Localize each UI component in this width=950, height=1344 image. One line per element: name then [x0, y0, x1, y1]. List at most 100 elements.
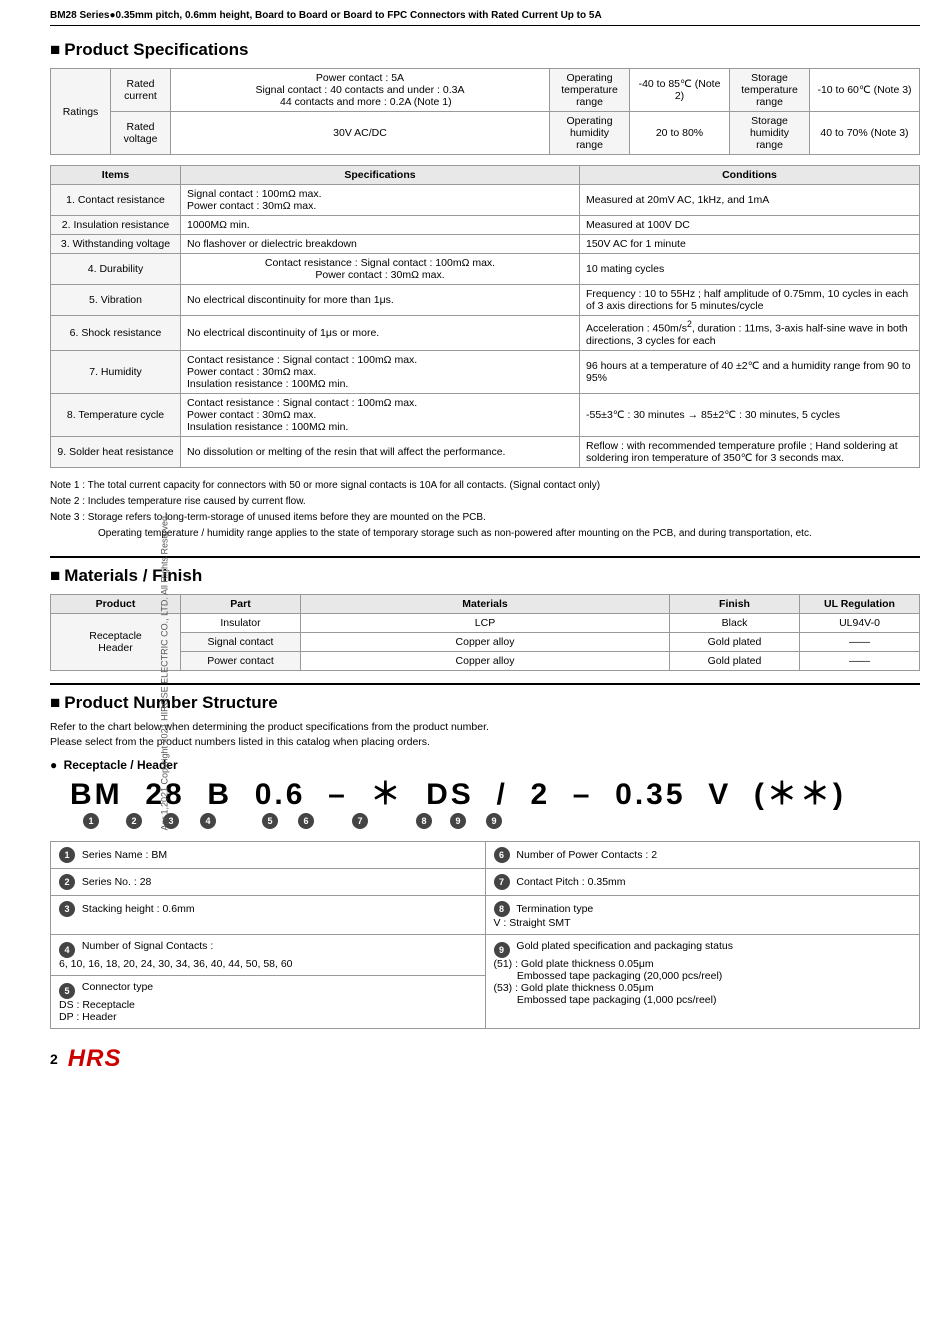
storage-humidity-label: Storage humidity range: [730, 112, 810, 155]
legend-row-3: 3 Stacking height : 0.6mm 8 Termination …: [51, 895, 920, 934]
spec-cond-7: 96 hours at a temperature of 40 ±2℃ and …: [580, 350, 920, 393]
spec-item-5: 5. Vibration: [51, 285, 181, 316]
spec-cond-5: Frequency : 10 to 55Hz ; half amplitude …: [580, 285, 920, 316]
spec-item-1: 1. Contact resistance: [51, 185, 181, 216]
spec-item-7: 7. Humidity: [51, 350, 181, 393]
circle-2: 2: [126, 813, 142, 829]
legend-left-4: 4 Number of Signal Contacts :6, 10, 16, …: [51, 934, 486, 975]
spec-cond-1: Measured at 20mV AC, 1kHz, and 1mA: [580, 185, 920, 216]
spec-col-cond: Conditions: [580, 166, 920, 185]
spec-spec-1: Signal contact : 100mΩ max.Power contact…: [181, 185, 580, 216]
mat-col-materials: Materials: [301, 594, 670, 613]
ratings-table: Ratings Rated current Power contact : 5A…: [50, 68, 920, 155]
pn-sub-heading: Receptacle / Header: [50, 758, 920, 772]
spec-col-specs: Specifications: [181, 166, 580, 185]
mat-col-finish: Finish: [670, 594, 800, 613]
spec-col-items: Items: [51, 166, 181, 185]
legend-num-3: 3: [59, 901, 75, 917]
legend-right-3: 8 Termination typeV : Straight SMT: [485, 895, 920, 934]
legend-row-1: 1 Series Name : BM 6 Number of Power Con…: [51, 841, 920, 868]
spec-row-2: 2. Insulation resistance 1000MΩ min. Mea…: [51, 216, 920, 235]
note-3b: Operating temperature / humidity range a…: [98, 526, 920, 542]
mat-ul-3: ——: [800, 651, 920, 670]
pn-legend-table: 1 Series Name : BM 6 Number of Power Con…: [50, 841, 920, 1029]
spec-row-6: 6. Shock resistance No electrical discon…: [51, 316, 920, 351]
circle-9a: 9: [450, 813, 466, 829]
mat-finish-3: Gold plated: [670, 651, 800, 670]
rated-current-label: Rated current: [111, 69, 171, 112]
legend-left-5: 5 Connector typeDS : ReceptacleDP : Head…: [51, 975, 486, 1028]
spec-row-1: 1. Contact resistance Signal contact : 1…: [51, 185, 920, 216]
spec-row-4: 4. Durability Contact resistance : Signa…: [51, 254, 920, 285]
materials-table: Product Part Materials Finish UL Regulat…: [50, 594, 920, 671]
legend-label-4: Number of Signal Contacts :6, 10, 16, 18…: [59, 940, 293, 970]
legend-right-2: 7 Contact Pitch : 0.35mm: [485, 868, 920, 895]
mat-col-ul: UL Regulation: [800, 594, 920, 613]
legend-label-6: Number of Power Contacts : 2: [516, 849, 657, 861]
circle-8: 8: [416, 813, 432, 829]
mat-row-3: Power contact Copper alloy Gold plated —…: [51, 651, 920, 670]
hrs-logo: HRS: [68, 1045, 122, 1073]
legend-row-4: 4 Number of Signal Contacts :6, 10, 16, …: [51, 934, 920, 975]
circle-6: 6: [298, 813, 314, 829]
materials-heading: Materials / Finish: [50, 566, 920, 586]
mat-row-1: ReceptacleHeader Insulator LCP Black UL9…: [51, 613, 920, 632]
pn-divider: [50, 683, 920, 685]
spec-cond-6: Acceleration : 450m/s2, duration : 11ms,…: [580, 316, 920, 351]
storage-temp-label: Storage temperature range: [730, 69, 810, 112]
spec-item-8: 8. Temperature cycle: [51, 393, 181, 436]
mat-materials-2: Copper alloy: [301, 632, 670, 651]
mat-ul-1: UL94V-0: [800, 613, 920, 632]
spec-cond-3: 150V AC for 1 minute: [580, 235, 920, 254]
mat-finish-1: Black: [670, 613, 800, 632]
page-footer: 2 HRS: [50, 1045, 920, 1073]
legend-left-2: 2 Series No. : 28: [51, 868, 486, 895]
rated-voltage-label: Rated voltage: [111, 112, 171, 155]
legend-label-3: Stacking height : 0.6mm: [82, 903, 195, 915]
mat-part-2: Signal contact: [181, 632, 301, 651]
legend-label-7: Contact Pitch : 0.35mm: [516, 876, 625, 888]
notes-section: Note 1 : The total current capacity for …: [50, 478, 920, 542]
legend-label-1: Series Name : BM: [82, 849, 167, 861]
spec-table: Items Specifications Conditions 1. Conta…: [50, 165, 920, 468]
legend-num-1: 1: [59, 847, 75, 863]
pn-intro1: Refer to the chart below when determinin…: [50, 721, 920, 733]
pn-intro2: Please select from the product numbers l…: [50, 736, 920, 748]
spec-spec-8: Contact resistance : Signal contact : 10…: [181, 393, 580, 436]
legend-left-3: 3 Stacking height : 0.6mm: [51, 895, 486, 934]
op-humidity-label: Operating humidity range: [550, 112, 630, 155]
spec-item-6: 6. Shock resistance: [51, 316, 181, 351]
rated-current-value: Power contact : 5ASignal contact : 40 co…: [171, 69, 550, 112]
mat-row-2: Signal contact Copper alloy Gold plated …: [51, 632, 920, 651]
mat-ul-2: ——: [800, 632, 920, 651]
spec-row-9: 9. Solder heat resistance No dissolution…: [51, 436, 920, 467]
op-temp-range-value: -40 to 85℃ (Note 2): [630, 69, 730, 112]
legend-num-6: 6: [494, 847, 510, 863]
note-3a: Note 3 : Storage refers to long-term-sto…: [50, 510, 920, 526]
mat-part-3: Power contact: [181, 651, 301, 670]
rated-voltage-value: 30V AC/DC: [171, 112, 550, 155]
spec-item-4: 4. Durability: [51, 254, 181, 285]
spec-cond-2: Measured at 100V DC: [580, 216, 920, 235]
spec-cond-4: 10 mating cycles: [580, 254, 920, 285]
spec-row-8: 8. Temperature cycle Contact resistance …: [51, 393, 920, 436]
spec-row-3: 3. Withstanding voltage No flashover or …: [51, 235, 920, 254]
legend-num-8: 8: [494, 901, 510, 917]
note-1: Note 1 : The total current capacity for …: [50, 478, 920, 494]
circle-4: 4: [200, 813, 216, 829]
legend-label-9: Gold plated specification and packaging …: [494, 940, 733, 1006]
spec-cond-9: Reflow : with recommended temperature pr…: [580, 436, 920, 467]
spec-spec-5: No electrical discontinuity for more tha…: [181, 285, 580, 316]
circle-7: 7: [352, 813, 368, 829]
circle-1: 1: [83, 813, 99, 829]
spec-item-9: 9. Solder heat resistance: [51, 436, 181, 467]
page-header: BM28 Series●0.35mm pitch, 0.6mm height, …: [50, 10, 920, 26]
product-specs-heading: Product Specifications: [50, 40, 920, 60]
legend-num-4: 4: [59, 942, 75, 958]
mat-materials-1: LCP: [301, 613, 670, 632]
spec-row-7: 7. Humidity Contact resistance : Signal …: [51, 350, 920, 393]
circle-9b: 9: [486, 813, 502, 829]
storage-temp-value: -10 to 60℃ (Note 3): [810, 69, 920, 112]
legend-right-4: 9 Gold plated specification and packagin…: [485, 934, 920, 1028]
legend-num-7: 7: [494, 874, 510, 890]
